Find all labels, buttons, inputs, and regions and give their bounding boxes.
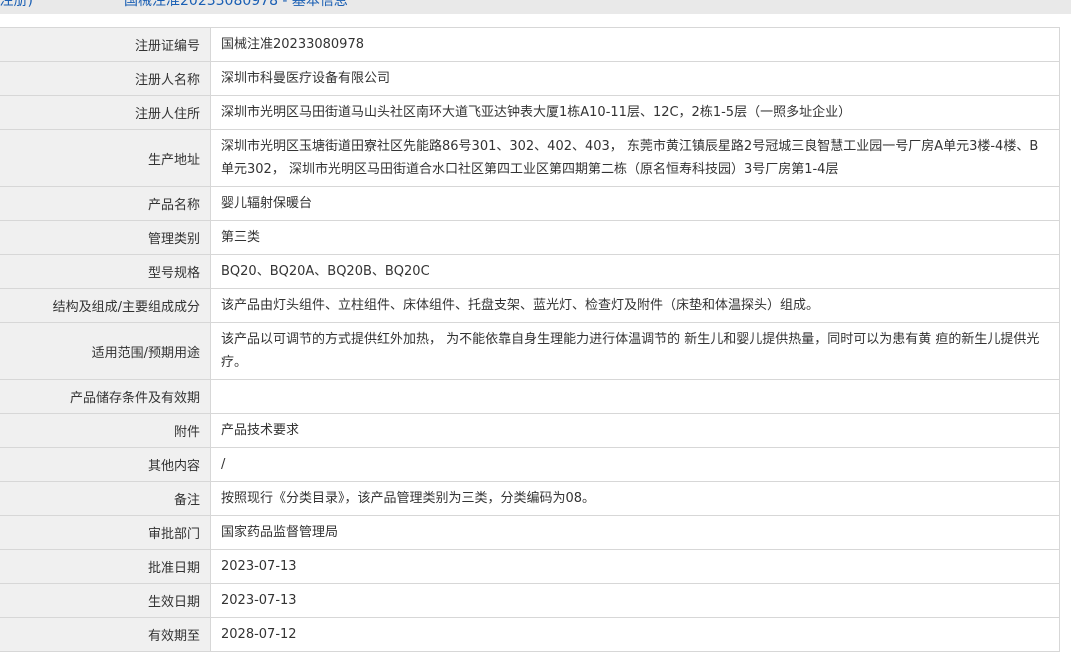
other-content: / xyxy=(221,457,226,472)
row-value: 2023-07-13 xyxy=(211,550,1059,583)
model-spec: BQ20、BQ20A、BQ20B、BQ20C xyxy=(221,264,430,279)
table-row: 备注 按照现行《分类目录》，该产品管理类别为三类，分类编码为08。 xyxy=(0,482,1060,516)
row-value: 2028-07-12 xyxy=(211,618,1059,651)
row-value: 国家药品监督管理局 xyxy=(211,516,1059,549)
table-row: 型号规格 BQ20、BQ20A、BQ20B、BQ20C xyxy=(0,255,1060,289)
table-row: 产品储存条件及有效期 xyxy=(0,380,1060,414)
table-row: 管理类别 第三类 xyxy=(0,221,1060,255)
row-value: 按照现行《分类目录》，该产品管理类别为三类，分类编码为08。 xyxy=(211,482,1059,515)
table-row: 产品名称 婴儿辐射保暖台 xyxy=(0,187,1060,221)
registrant-address: 深圳市光明区马田街道马山头社区南环大道飞亚达钟表大厦1栋A10-11层、12C，… xyxy=(221,105,852,120)
detail-table: 注册证编号 国械注准20233080978 注册人名称 深圳市科曼医疗设备有限公… xyxy=(0,27,1060,652)
tab-basic-info[interactable]: 国械注准20233080978 - 基本信息 xyxy=(124,0,348,10)
row-label: 审批部门 xyxy=(0,516,211,549)
approval-department: 国家药品监督管理局 xyxy=(221,525,339,540)
row-label: 管理类别 xyxy=(0,221,211,254)
row-label: 有效期至 xyxy=(0,618,211,651)
production-address: 深圳市光明区玉塘街道田寮社区先能路86号301、302、402、403， 东莞市… xyxy=(221,139,1039,177)
tab-registration[interactable]: (注册) xyxy=(0,0,33,10)
row-label: 生效日期 xyxy=(0,584,211,617)
row-label: 型号规格 xyxy=(0,255,211,288)
table-row: 有效期至 2028-07-12 xyxy=(0,618,1060,652)
row-label: 产品储存条件及有效期 xyxy=(0,380,211,413)
row-label: 批准日期 xyxy=(0,550,211,583)
row-value: 深圳市光明区马田街道马山头社区南环大道飞亚达钟表大厦1栋A10-11层、12C，… xyxy=(211,96,1059,129)
row-value: 第三类 xyxy=(211,221,1059,254)
row-value xyxy=(211,380,1059,413)
row-value: 2023-07-13 xyxy=(211,584,1059,617)
row-value: 国械注准20233080978 xyxy=(211,28,1059,61)
row-label: 生产地址 xyxy=(0,130,211,186)
table-row: 注册证编号 国械注准20233080978 xyxy=(0,28,1060,62)
row-value: 产品技术要求 xyxy=(211,414,1059,447)
row-label: 产品名称 xyxy=(0,187,211,220)
table-row: 注册人住所 深圳市光明区马田街道马山头社区南环大道飞亚达钟表大厦1栋A10-11… xyxy=(0,96,1060,130)
row-label: 结构及组成/主要组成成分 xyxy=(0,289,211,322)
tab-bar: (注册) 国械注准20233080978 - 基本信息 xyxy=(0,0,1071,14)
table-row: 批准日期 2023-07-13 xyxy=(0,550,1060,584)
registrant-name: 深圳市科曼医疗设备有限公司 xyxy=(221,71,391,86)
registration-number: 国械注准20233080978 xyxy=(221,37,364,52)
row-label: 注册证编号 xyxy=(0,28,211,61)
approval-date: 2023-07-13 xyxy=(221,559,297,574)
row-value: BQ20、BQ20A、BQ20B、BQ20C xyxy=(211,255,1059,288)
table-row: 其他内容 / xyxy=(0,448,1060,482)
management-category: 第三类 xyxy=(221,230,261,245)
remarks: 按照现行《分类目录》，该产品管理类别为三类，分类编码为08。 xyxy=(221,491,596,506)
product-name: 婴儿辐射保暖台 xyxy=(221,196,313,211)
structure-composition: 该产品由灯头组件、立柱组件、床体组件、托盘支架、蓝光灯、检查灯及附件（床垫和体温… xyxy=(221,298,820,313)
table-row: 生产地址 深圳市光明区玉塘街道田寮社区先能路86号301、302、402、403… xyxy=(0,130,1060,187)
row-value: 该产品由灯头组件、立柱组件、床体组件、托盘支架、蓝光灯、检查灯及附件（床垫和体温… xyxy=(211,289,1059,322)
row-label: 其他内容 xyxy=(0,448,211,481)
row-value: / xyxy=(211,448,1059,481)
table-row: 注册人名称 深圳市科曼医疗设备有限公司 xyxy=(0,62,1060,96)
row-label: 注册人名称 xyxy=(0,62,211,95)
table-row: 附件 产品技术要求 xyxy=(0,414,1060,448)
table-row: 生效日期 2023-07-13 xyxy=(0,584,1060,618)
table-row: 适用范围/预期用途 该产品以可调节的方式提供红外加热， 为不能依靠自身生理能力进… xyxy=(0,323,1060,380)
table-row: 审批部门 国家药品监督管理局 xyxy=(0,516,1060,550)
intended-use: 该产品以可调节的方式提供红外加热， 为不能依靠自身生理能力进行体温调节的 新生儿… xyxy=(221,332,1040,370)
table-row: 结构及组成/主要组成成分 该产品由灯头组件、立柱组件、床体组件、托盘支架、蓝光灯… xyxy=(0,289,1060,323)
row-label: 附件 xyxy=(0,414,211,447)
row-value: 婴儿辐射保暖台 xyxy=(211,187,1059,220)
row-value: 该产品以可调节的方式提供红外加热， 为不能依靠自身生理能力进行体温调节的 新生儿… xyxy=(211,323,1059,379)
effective-date: 2023-07-13 xyxy=(221,593,297,608)
row-label: 备注 xyxy=(0,482,211,515)
attachment: 产品技术要求 xyxy=(221,423,300,438)
expiry-date: 2028-07-12 xyxy=(221,627,297,642)
row-value: 深圳市科曼医疗设备有限公司 xyxy=(211,62,1059,95)
row-value: 深圳市光明区玉塘街道田寮社区先能路86号301、302、402、403， 东莞市… xyxy=(211,130,1059,186)
row-label: 注册人住所 xyxy=(0,96,211,129)
row-label: 适用范围/预期用途 xyxy=(0,323,211,379)
